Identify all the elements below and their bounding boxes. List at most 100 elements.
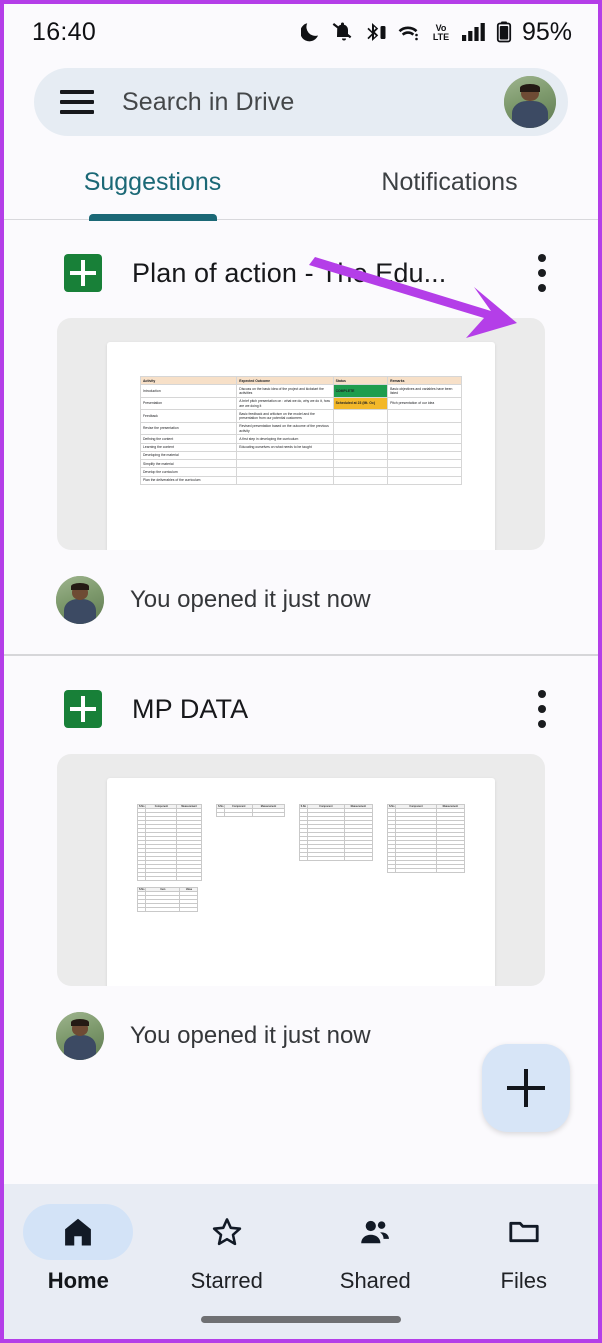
nav-item-home[interactable]: Home [4,1204,153,1294]
thumbnail-cell [176,876,202,881]
cell-remarks [387,421,463,436]
cell-activity: Presentation [139,396,238,411]
battery-percent: 95% [521,17,572,46]
search-input[interactable]: Search in Drive [122,88,294,117]
cell-activity: Introduction [139,384,238,398]
cell-outcome [236,467,334,477]
thumbnail-cell [136,907,147,912]
table-row: Developing the material [139,450,463,461]
thumbnail-table-row [215,812,285,817]
table-row: Plan the deliverables of the curriculum [139,475,463,485]
thumbnail-cell [224,812,254,817]
thumbnail-cell [395,868,437,873]
cell-remarks [387,442,463,452]
volte-icon: VoLTE [433,23,449,42]
cell-activity: Revise the presentation [139,421,238,436]
cell-activity: Feedback [139,409,238,423]
kebab-menu-icon[interactable] [538,690,546,728]
thumbnail-table: S.No Item Value [136,887,199,912]
plus-icon-bar [507,1086,545,1090]
file-card-mp-data[interactable]: MP DATA S.No Component Measurement S.No Com… [4,656,598,1090]
hamburger-icon[interactable] [60,90,94,114]
tab-suggestions[interactable]: Suggestions [4,150,301,221]
table-header-cell: Activity [139,375,238,386]
thumbnail-table-row [136,907,199,912]
cell-activity: Simplify the material [139,458,238,469]
nav-pill [172,1204,282,1260]
create-new-fab[interactable] [482,1044,570,1132]
dnd-moon-icon [300,23,318,42]
status-time: 16:40 [32,17,97,46]
thumbnail-cell [435,868,466,873]
cell-status [332,421,389,436]
account-avatar[interactable] [504,76,556,128]
home-icon [65,1218,92,1246]
cell-outcome: Revised presentation based on the outcom… [236,421,334,436]
nav-pill [320,1204,430,1260]
nav-label-files: Files [500,1268,547,1293]
cell-status [332,475,389,485]
cell-status [332,442,389,452]
suggestions-list[interactable]: Plan of action - The Edu... Activity Exp… [4,220,598,1184]
cell-status: Scheduled at 23 (Mt. Oc) [332,396,389,411]
file-thumbnail[interactable]: Activity Expected Outcome Status Remarks… [57,318,545,550]
thumbnail-cell [386,868,397,873]
nav-label-starred: Starred [190,1268,263,1293]
file-card-plan-of-action[interactable]: Plan of action - The Edu... Activity Exp… [4,220,598,654]
table-header-cell: Status [332,375,389,386]
google-sheets-icon [64,690,102,728]
cell-activity: Defining the content [139,434,238,444]
thumbnail-cell [252,812,285,817]
cell-remarks [387,409,463,423]
file-title: MP DATA [132,693,249,724]
table-row: Introduction Discuss on the basic idea of… [139,384,463,398]
thumbnail-table-row: S.No Component Measurement S.No Component Me… [136,804,466,881]
thumbnail-cell [307,856,345,861]
kebab-menu-icon[interactable] [538,254,546,292]
cell-status: COMPLETE [332,384,389,398]
thumbnail-cell [145,907,181,912]
bluetooth-icon [367,23,386,41]
file-attribution-row: You opened it just now [4,550,598,654]
star-icon [212,1218,241,1246]
nav-item-shared[interactable]: Shared [301,1204,450,1294]
tab-bar: Suggestions Notifications [4,150,598,221]
nav-item-starred[interactable]: Starred [153,1204,302,1294]
table-row: Revise the presentation Revised presentat… [139,421,463,436]
search-bar-container: Search in Drive [4,60,598,150]
nav-label-home: Home [47,1268,109,1293]
cell-activity: Plan the deliverables of the curriculum [139,475,238,485]
table-header-cell: Remarks [387,375,463,386]
cell-activity: Learning the content [139,442,238,452]
attribution-text: You opened it just now [130,1022,371,1049]
cell-outcome [236,458,334,469]
table-row: Presentation A brief pitch presentation o… [139,396,463,411]
cell-status [332,467,389,477]
status-bar: 16:40 Vo LTE 95% [4,4,598,60]
gesture-home-bar[interactable] [201,1316,401,1323]
svg-text:LTE: LTE [433,32,449,42]
table-row: Learning the content Educating ourselves … [139,442,463,452]
bell-muted-icon [332,22,352,41]
attribution-avatar [56,576,104,624]
bottom-navigation: Home Starred Shared Files [4,1184,598,1339]
signal-bars-icon [461,23,485,41]
thumbnail-cell [215,812,226,817]
search-bar[interactable]: Search in Drive [34,68,568,136]
people-icon [361,1220,390,1244]
file-thumbnail[interactable]: S.No Component Measurement S.No Component Me… [57,754,545,986]
thumbnail-table-row [386,868,466,873]
tab-notifications[interactable]: Notifications [301,150,598,219]
tab-notifications-label: Notifications [381,168,518,196]
cell-remarks [387,450,463,461]
folder-icon [509,1221,539,1243]
drive-home-screen: 16:40 Vo LTE 95% Search in Drive Suggesti… [4,4,598,1339]
thumbnail-table-row: S.No Item Value [136,887,465,912]
table-row: Feedback Basic feedback and criticism on … [139,409,463,423]
thumbnail-table: S.No Component Measurement [298,804,373,861]
nav-item-files[interactable]: Files [450,1204,599,1294]
thumbnail-page: Activity Expected Outcome Status Remarks… [107,342,495,550]
tab-suggestions-label: Suggestions [83,168,222,196]
cell-outcome: Educating ourselves on what needs to be … [236,442,334,452]
cell-status [332,409,389,423]
